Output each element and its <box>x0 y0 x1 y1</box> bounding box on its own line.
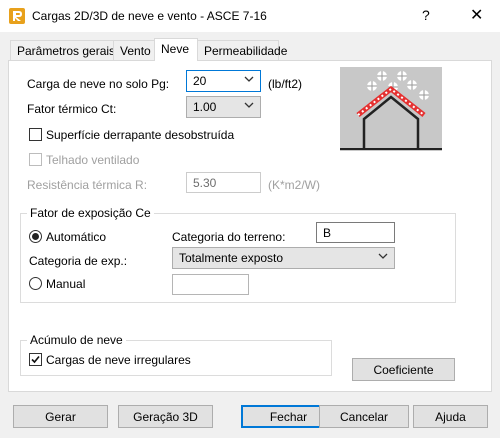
cancel-button[interactable]: Cancelar <box>319 405 409 428</box>
ground-snow-load-label: Carga de neve no solo Pg: <box>27 77 170 91</box>
automatic-radio[interactable] <box>29 230 42 243</box>
terrain-category-label: Categoria do terreno: <box>172 230 286 244</box>
thermal-resistance-label: Resistência térmica R: <box>27 178 148 192</box>
ground-snow-load-value: 20 <box>193 74 207 88</box>
exposure-category-value: Totalmente exposto <box>179 251 284 265</box>
slippery-surface-checkbox[interactable] <box>29 128 42 141</box>
thermal-factor-value: 1.00 <box>193 100 217 114</box>
snow-drift-group-title: Acúmulo de neve <box>27 333 126 347</box>
exposure-category-combo[interactable]: Totalmente exposto <box>172 247 395 269</box>
automatic-label: Automático <box>46 230 107 244</box>
generate-button[interactable]: Gerar <box>13 405 108 428</box>
chevron-down-icon <box>378 253 388 259</box>
help-button[interactable]: Ajuda <box>413 405 488 428</box>
thermal-factor-combo[interactable]: 1.00 <box>186 96 261 118</box>
thermal-resistance-input[interactable]: 5.30 <box>186 172 261 193</box>
slippery-surface-label: Superfície derrapante desobstruída <box>46 128 235 142</box>
irregular-loads-checkbox[interactable] <box>29 353 42 366</box>
check-icon <box>31 355 40 364</box>
manual-label: Manual <box>46 277 86 291</box>
tab-wind[interactable]: Vento <box>113 40 155 60</box>
help-title-button[interactable]: ? <box>422 7 430 23</box>
thermal-factor-label: Fator térmico Ct: <box>27 102 117 116</box>
terrain-category-input[interactable]: B <box>316 222 395 243</box>
manual-value-input[interactable] <box>172 274 249 295</box>
chevron-down-icon <box>244 76 254 82</box>
ground-snow-load-combo[interactable]: 20 <box>186 70 261 92</box>
tab-general-parameters[interactable]: Parâmetros gerais <box>10 40 115 60</box>
thermal-resistance-unit: (K*m2/W) <box>268 178 320 192</box>
generate-3d-button[interactable]: Geração 3D <box>118 405 213 428</box>
chevron-down-icon <box>244 102 254 108</box>
ventilated-roof-checkbox[interactable] <box>29 153 42 166</box>
exposure-category-label: Categoria de exp.: <box>29 254 128 268</box>
close-window-button[interactable]: ✕ <box>470 5 483 25</box>
manual-radio[interactable] <box>29 277 42 290</box>
coefficient-button[interactable]: Coeficiente <box>352 358 455 381</box>
app-logo-icon <box>9 8 25 24</box>
exposure-factor-group-title: Fator de exposição Ce <box>27 206 154 220</box>
window-title: Cargas 2D/3D de neve e vento - ASCE 7-16 <box>32 9 267 23</box>
irregular-loads-label: Cargas de neve irregulares <box>46 353 191 367</box>
ground-snow-load-unit: (lb/ft2) <box>268 77 303 91</box>
tab-permeability[interactable]: Permeabilidade <box>197 40 287 60</box>
tab-snow[interactable]: Neve <box>154 38 198 61</box>
snow-roof-illustration <box>340 67 442 151</box>
ventilated-roof-label: Telhado ventilado <box>46 153 140 167</box>
